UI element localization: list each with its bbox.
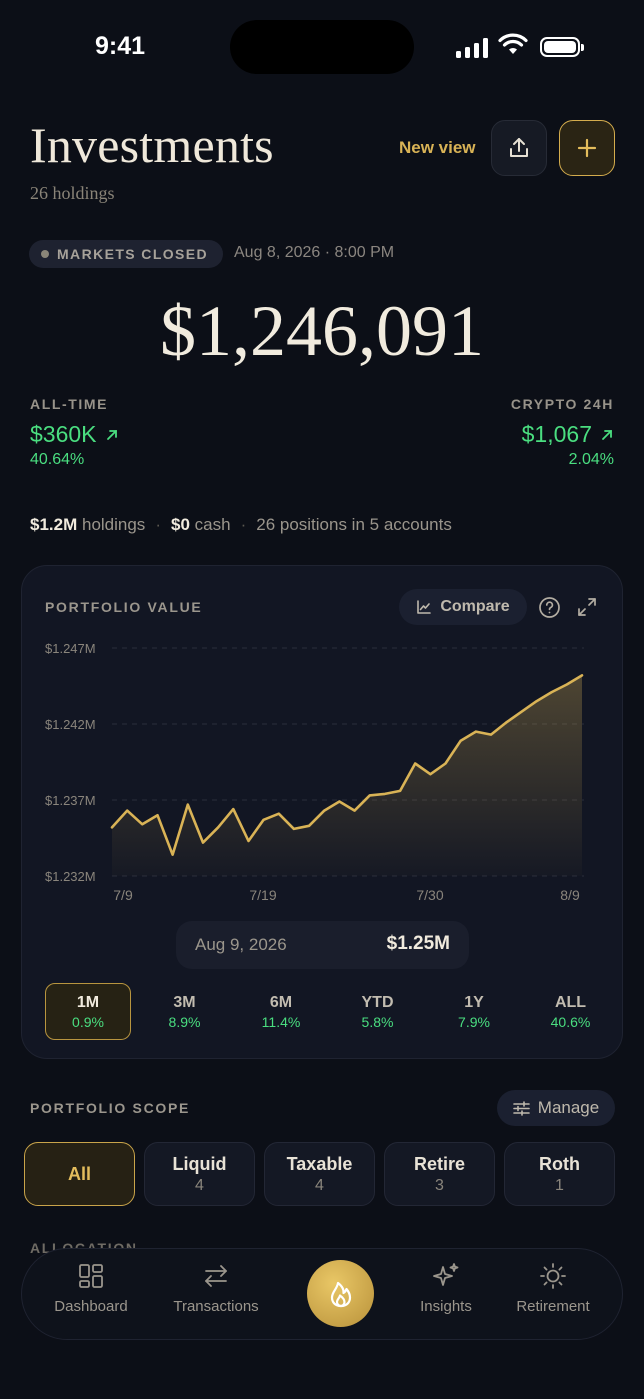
scope-liquid[interactable]: Liquid 4 xyxy=(144,1142,255,1206)
dynamic-island xyxy=(230,20,414,74)
portfolio-value-chart[interactable]: $1.247M $1.242M $1.237M $1.232M 7/9 7/19 7/30 8… xyxy=(0,630,644,910)
market-status-badge: MARKETS CLOSED xyxy=(29,240,224,268)
range-label: 6M xyxy=(269,993,293,1011)
market-datetime: Aug 8, 2026 · 8:00 PM xyxy=(234,244,395,261)
plus-icon xyxy=(577,138,597,158)
x-tick-label: 7/9 xyxy=(113,887,133,903)
range-label: ALL xyxy=(554,993,587,1011)
range-pct: 11.4% xyxy=(261,1013,301,1030)
nav-dashboard[interactable]: Dashboard xyxy=(31,1262,151,1315)
nav-dashboard-label: Dashboard xyxy=(54,1298,128,1315)
compare-label: Compare xyxy=(440,598,510,615)
scope-count: 4 xyxy=(315,1176,324,1194)
chart-area-fill xyxy=(112,675,582,876)
holdings-count: 26 holdings xyxy=(30,183,115,203)
scope-retire[interactable]: Retire 3 xyxy=(384,1142,495,1206)
scope-count: 3 xyxy=(435,1176,444,1194)
range-all[interactable]: ALL 40.6% xyxy=(528,983,614,1040)
holdings-label: holdings xyxy=(81,515,146,534)
x-tick-label: 8/9 xyxy=(560,887,580,903)
nav-center-action[interactable] xyxy=(307,1260,374,1327)
nav-insights[interactable]: Insights xyxy=(386,1262,506,1315)
y-tick-label: $1.232M xyxy=(45,869,96,884)
manage-label: Manage xyxy=(537,1098,600,1117)
range-label: 1M xyxy=(76,993,100,1011)
crypto-label: CRYPTO 24H xyxy=(510,396,614,412)
wifi-icon xyxy=(498,33,528,54)
range-label: YTD xyxy=(361,993,394,1011)
nav-retirement-label: Retirement xyxy=(516,1298,590,1315)
share-icon xyxy=(510,138,528,157)
total-portfolio-value: $1,246,091 xyxy=(160,291,484,371)
range-label: 3M xyxy=(173,993,196,1011)
scope-label: All xyxy=(67,1163,91,1184)
cellular-signal-icon xyxy=(456,36,488,58)
add-button[interactable] xyxy=(559,120,615,176)
scope-roth[interactable]: Roth 1 xyxy=(504,1142,615,1206)
holdings-value: $1.2M xyxy=(30,515,78,534)
crypto-pct: 2.04% xyxy=(568,451,614,468)
sparkle-icon xyxy=(433,1263,459,1286)
compare-button[interactable]: Compare xyxy=(399,589,527,625)
scope-taxable[interactable]: Taxable 4 xyxy=(264,1142,375,1206)
x-tick-label: 7/30 xyxy=(416,887,443,903)
cash-label: cash xyxy=(194,515,231,534)
nav-transactions[interactable]: Transactions xyxy=(156,1262,276,1315)
range-3m[interactable]: 3M 8.9% xyxy=(142,983,228,1040)
nav-retirement[interactable]: Retirement xyxy=(493,1262,613,1315)
all-time-value: $360K xyxy=(30,421,97,447)
selected-value: $1.25M xyxy=(386,933,450,954)
all-time-pct: 40.64% xyxy=(30,451,85,468)
help-icon[interactable] xyxy=(538,596,561,619)
range-6m[interactable]: 6M 11.4% xyxy=(238,983,324,1040)
scope-count: 1 xyxy=(555,1176,564,1194)
cash-value: $0 xyxy=(170,515,190,534)
flame-icon xyxy=(330,1281,351,1307)
sliders-icon xyxy=(512,1100,530,1116)
holdings-summary: $1.2M holdings · $0 cash · 26 positions in 5… xyxy=(30,515,452,534)
crypto-gain: $1,067 xyxy=(522,421,614,448)
range-label: 1Y xyxy=(464,993,484,1011)
y-tick-label: $1.242M xyxy=(45,717,96,732)
scope-label: Taxable xyxy=(286,1153,353,1174)
range-pct: 8.9% xyxy=(168,1013,201,1030)
range-pct: 5.8% xyxy=(361,1013,394,1030)
range-1m[interactable]: 1M 0.9% xyxy=(45,983,131,1040)
battery-icon xyxy=(540,37,584,57)
arrow-up-right-icon xyxy=(106,429,117,440)
range-ytd[interactable]: YTD 5.8% xyxy=(335,983,421,1040)
range-pct: 40.6% xyxy=(550,1013,591,1030)
share-button[interactable] xyxy=(491,120,547,176)
new-view-button[interactable]: New view xyxy=(399,138,476,158)
scope-label: Liquid xyxy=(172,1153,227,1174)
scope-all[interactable]: All xyxy=(24,1142,135,1206)
range-pct: 7.9% xyxy=(458,1013,490,1030)
y-tick-label: $1.247M xyxy=(45,641,96,656)
sun-icon xyxy=(540,1263,566,1289)
all-time-gain: $360K xyxy=(30,421,119,448)
page-title: Investments xyxy=(30,117,274,173)
selected-date: Aug 9, 2026 xyxy=(195,935,287,954)
status-time: 9:41 xyxy=(95,32,146,60)
nav-transactions-label: Transactions xyxy=(173,1298,259,1315)
portfolio-scope-title: PORTFOLIO SCOPE xyxy=(30,1100,191,1116)
dashboard-icon xyxy=(79,1264,103,1288)
range-1y[interactable]: 1Y 7.9% xyxy=(431,983,517,1040)
x-tick-label: 7/19 xyxy=(249,887,276,903)
transactions-icon xyxy=(205,1265,227,1287)
y-tick-label: $1.237M xyxy=(45,793,96,808)
arrow-up-right-icon xyxy=(602,429,612,440)
crypto-value: $1,067 xyxy=(521,421,592,447)
portfolio-value-title: PORTFOLIO VALUE xyxy=(45,599,203,615)
scope-label: Retire xyxy=(413,1153,466,1174)
scope-count: 4 xyxy=(195,1176,204,1194)
expand-icon[interactable] xyxy=(576,596,598,618)
line-chart-icon xyxy=(417,600,432,614)
positions-summary: 26 positions in 5 accounts xyxy=(256,515,452,534)
all-time-label: ALL-TIME xyxy=(30,396,109,412)
range-pct: 0.9% xyxy=(72,1013,104,1030)
manage-button[interactable]: Manage xyxy=(497,1090,615,1126)
nav-insights-label: Insights xyxy=(420,1298,472,1315)
scope-label: Roth xyxy=(539,1153,580,1174)
